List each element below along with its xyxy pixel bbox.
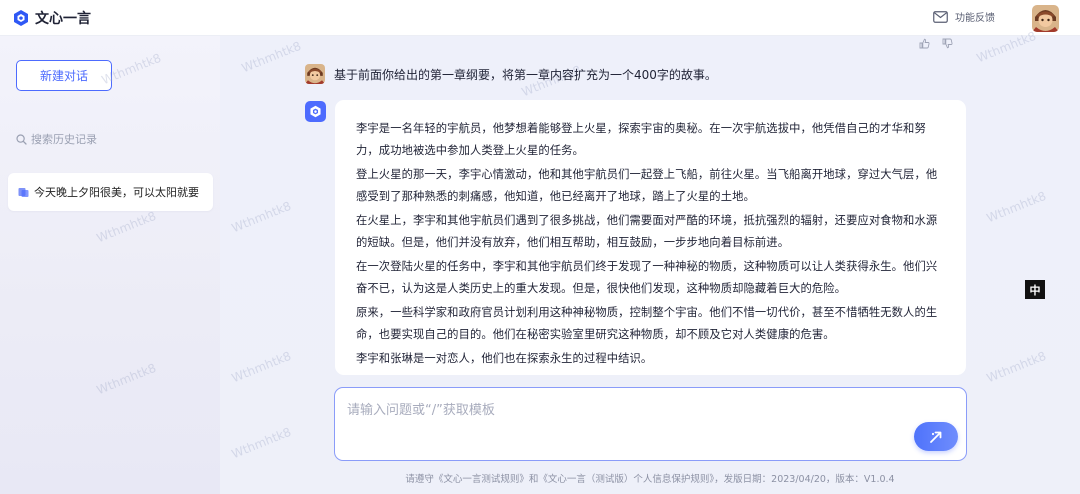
answer-paragraph: 在火星上，李宇和其他宇航员们遇到了很多挑战，他们需要面对严酷的环境，抵抗强烈的辐… [356, 214, 938, 249]
send-icon [929, 430, 943, 444]
user-message-text: 基于前面你给出的第一章纲要，将第一章内容扩充为一个400字的故事。 [334, 67, 717, 82]
app-logo[interactable]: 文心一言 [12, 8, 91, 28]
answer-paragraph: 原来，一些科学家和政府官员计划利用这种神秘物质，控制整个宇宙。他们不惜一切代价，… [356, 306, 938, 341]
search-icon [16, 133, 27, 145]
wenxin-logo-icon [309, 105, 322, 118]
user-message-row: 基于前面你给出的第一章纲要，将第一章内容扩充为一个400字的故事。 [305, 64, 717, 84]
feedback-label: 功能反馈 [955, 13, 995, 24]
search-history-placeholder: 搜索历史记录 [31, 133, 97, 146]
top-bar: 文心一言 [0, 0, 1080, 36]
chat-icon [18, 187, 29, 198]
sidebar: 新建对话 搜索历史记录 今天晚上夕阳很美，可以太阳就要 [0, 36, 220, 494]
answer-paragraph: 登上火星的那一天，李宇心情激动，他和其他宇航员们一起登上飞船，前往火星。当飞船离… [356, 168, 938, 203]
bot-avatar [305, 101, 326, 122]
feedback-button[interactable]: 功能反馈 [933, 9, 995, 24]
answer-paragraph: 李宇是一名年轻的宇航员，他梦想着能够登上火星，探索宇宙的奥秘。在一次宇航选拔中，… [356, 122, 926, 157]
footer-notice: 请遵守《文心一言测试规则》和《文心一言（测试版）个人信息保护规则》，发版日期：2… [405, 474, 895, 485]
send-button[interactable] [914, 422, 958, 451]
app-name: 文心一言 [35, 10, 91, 27]
thumbs-up-icon[interactable] [919, 38, 930, 49]
mail-icon [933, 10, 948, 23]
wenxin-logo-icon [12, 9, 30, 27]
search-history-input[interactable]: 搜索历史记录 [16, 131, 97, 147]
history-item[interactable]: 今天晚上夕阳很美，可以太阳就要 [8, 173, 213, 211]
history-item-label: 今天晚上夕阳很美，可以太阳就要 [34, 186, 199, 199]
bot-answer-card: 李宇是一名年轻的宇航员，他梦想着能够登上火星，探索宇宙的奥秘。在一次宇航选拔中，… [335, 100, 966, 375]
user-message-avatar [305, 64, 325, 84]
answer-paragraph: 在一次登陆火星的任务中，李宇和其他宇航员们终于发现了一种神秘的物质，这种物质可以… [356, 260, 938, 295]
new-chat-button[interactable]: 新建对话 [16, 60, 112, 91]
thumbs-down-icon[interactable] [942, 38, 953, 49]
answer-paragraph: 李宇和张琳是一对恋人，他们也在探索永生的过程中结识。 [356, 352, 653, 365]
reaction-icons [919, 38, 953, 49]
user-avatar[interactable] [1032, 5, 1059, 32]
prompt-input-box [334, 387, 967, 461]
ime-language-badge[interactable]: 中 [1025, 280, 1045, 299]
prompt-input[interactable] [347, 399, 907, 429]
